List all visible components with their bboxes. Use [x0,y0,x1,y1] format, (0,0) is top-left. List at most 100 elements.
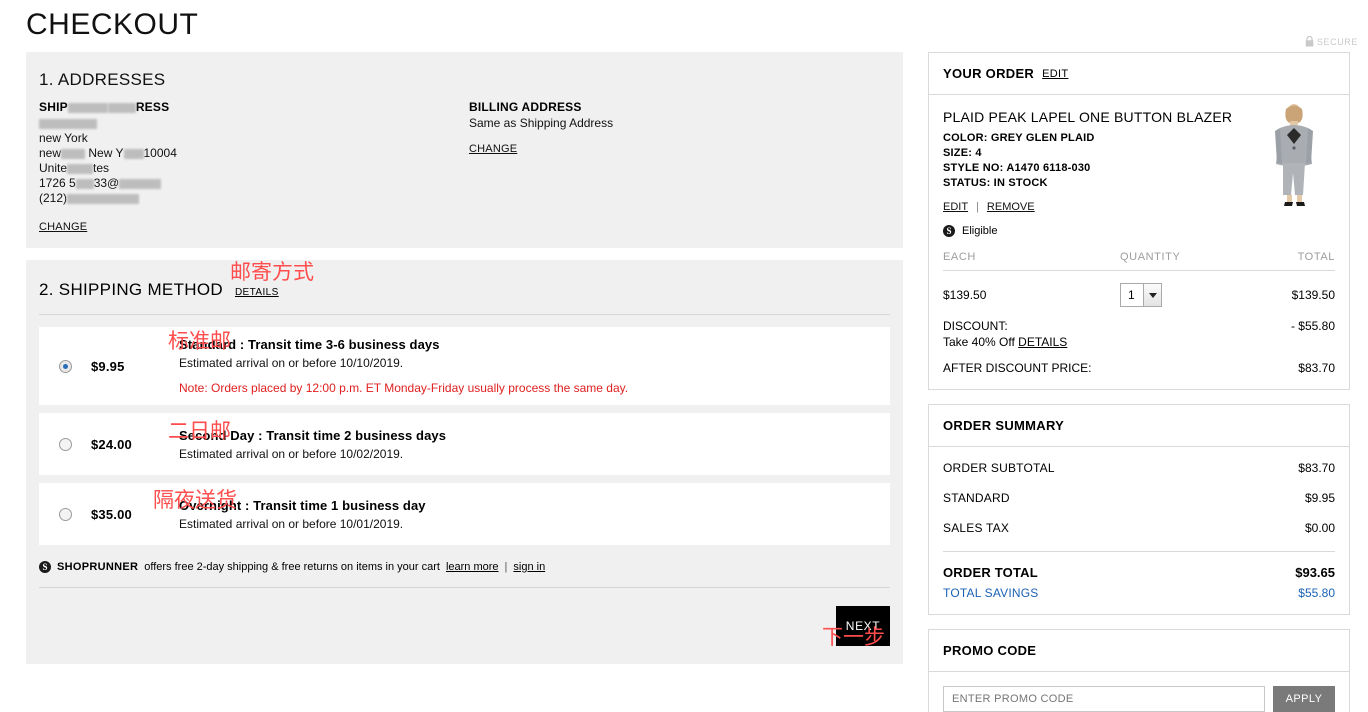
redacted-text [119,179,161,189]
product-remove-link[interactable]: REMOVE [987,201,1035,213]
shipping-eta-standard: Estimated arrival on or before 10/10/201… [179,356,890,370]
left-column: 1. ADDRESSES SHIPRESS new York new New Y… [26,52,903,664]
discount-value: - $55.80 [1255,319,1335,333]
billing-address-title: BILLING ADDRESS [469,100,829,114]
shoprunner-brand: SHOPRUNNER [57,561,138,573]
billing-address-block: BILLING ADDRESS Same as Shipping Address… [469,100,829,157]
product-image [1253,101,1335,207]
summary-row-standard: STANDARD $9.95 [943,491,1335,521]
redacted-text [67,194,139,204]
addresses-panel: 1. ADDRESSES SHIPRESS new York new New Y… [26,52,903,248]
eligible-label: Eligible [962,225,997,237]
page-title: CHECKOUT [26,8,198,42]
shoprunner-sign-in-link[interactable]: sign in [513,561,545,573]
shipping-change-link[interactable]: CHANGE [39,221,87,233]
redacted-text [61,149,85,159]
shoprunner-logo-icon: S [39,561,51,573]
shipping-address-block: SHIPRESS new York new New Y10004 Unitete… [39,100,459,206]
shipping-email-line: 1726 5 33@ [39,176,459,191]
summary-value: $83.70 [1298,461,1335,475]
shipping-option-overnight[interactable]: $35.00 Overnight : Transit time 1 busine… [39,483,890,545]
email-mid: 33@ [94,176,120,190]
summary-row-sales-tax: SALES TAX $0.00 [943,521,1335,551]
discount-details-link[interactable]: DETAILS [1018,335,1067,349]
order-total-value: $93.65 [1295,565,1335,580]
shipping-method-heading: 2. SHIPPING METHOD [39,280,223,300]
separator: | [976,201,979,213]
shipping-country-line: Unitetes [39,161,459,176]
shipping-street-line: new York [39,131,459,146]
promo-code-card: PROMO CODE APPLY [928,629,1350,712]
discount-note-text: Take 40% Off [943,335,1015,349]
promo-code-input[interactable] [943,686,1265,712]
your-order-header: YOUR ORDER EDIT [929,53,1349,95]
radio-cell [39,508,91,521]
shipping-method-panel: 2. SHIPPING METHOD DETAILS $9.95 Standar… [26,260,903,664]
order-summary-body: ORDER SUBTOTAL $83.70 STANDARD $9.95 SAL… [929,447,1349,614]
order-total-label: ORDER TOTAL [943,565,1295,580]
apply-promo-button[interactable]: APPLY [1273,686,1335,712]
shoprunner-text: offers free 2-day shipping & free return… [144,561,440,573]
price-table-row: $139.50 1 $139.50 [943,271,1335,307]
shipping-eta-second-day: Estimated arrival on or before 10/02/201… [179,447,890,461]
phone-prefix: (212) [39,191,67,205]
order-summary-heading: ORDER SUMMARY [943,418,1064,433]
shoprunner-learn-more-link[interactable]: learn more [446,561,499,573]
summary-value: $0.00 [1305,521,1335,535]
shipping-citystate-line: new New Y10004 [39,146,459,161]
shipping-info-standard: Standard : Transit time 3-6 business day… [167,337,890,395]
summary-label: SALES TAX [943,521,1305,535]
shipping-info-overnight: Overnight : Transit time 1 business day … [167,498,890,531]
quantity-cell: 1 [1120,283,1255,307]
redacted-text [108,103,136,113]
shipping-option-second-day[interactable]: $24.00 Second Day : Transit time 2 busin… [39,413,890,475]
redacted-text [124,149,144,159]
right-column: YOUR ORDER EDIT [928,52,1350,712]
price-table: EACH QUANTITY TOTAL $139.50 1 $139.50 [943,251,1335,375]
after-discount-row: AFTER DISCOUNT PRICE: $83.70 [943,349,1335,375]
summary-row-subtotal: ORDER SUBTOTAL $83.70 [943,461,1335,491]
lock-icon [1305,36,1314,47]
line-total: $139.50 [1255,288,1335,302]
country-suffix: tes [93,161,109,175]
summary-row-order-total: ORDER TOTAL $93.65 [943,565,1335,586]
billing-address-value: Same as Shipping Address [469,116,829,131]
shipping-change-link-wrap: CHANGE [39,217,87,235]
secure-label: SECURE [1317,37,1358,47]
summary-label: STANDARD [943,491,1305,505]
col-quantity: QUANTITY [1120,251,1255,263]
promo-input-row: APPLY [943,686,1335,712]
shoprunner-separator: | [505,561,508,573]
radio-second-day[interactable] [59,438,72,451]
product-thumbnail-svg [1253,101,1335,207]
product-edit-link[interactable]: EDIT [943,201,968,213]
total-savings-value: $55.80 [1298,586,1335,600]
shipping-details-link[interactable]: DETAILS [235,287,279,300]
redacted-text [39,119,97,129]
radio-standard[interactable] [59,360,72,373]
shipping-method-header: 2. SHIPPING METHOD DETAILS [39,280,903,300]
quantity-select[interactable]: 1 [1120,283,1162,307]
price-table-header: EACH QUANTITY TOTAL [943,251,1335,271]
shipping-title-suffix: RESS [136,100,169,114]
next-button[interactable]: NEXT [836,606,890,646]
shipping-options-list: $9.95 Standard : Transit time 3-6 busine… [26,315,903,545]
shipping-title-second-day: Second Day : Transit time 2 business day… [179,428,890,443]
your-order-edit-link[interactable]: EDIT [1042,68,1068,80]
email-prefix: 1726 5 [39,176,76,190]
shipping-option-standard[interactable]: $9.95 Standard : Transit time 3-6 busine… [39,327,890,405]
billing-change-link[interactable]: CHANGE [469,143,517,155]
zip: 10004 [144,146,177,160]
shoprunner-strip: S SHOPRUNNER offers free 2-day shipping … [39,555,890,585]
summary-label: ORDER SUBTOTAL [943,461,1298,475]
promo-code-heading: PROMO CODE [943,643,1036,658]
redacted-text [68,103,108,113]
order-summary-card: ORDER SUMMARY ORDER SUBTOTAL $83.70 STAN… [928,404,1350,615]
discount-label: DISCOUNT: [943,319,1120,333]
radio-overnight[interactable] [59,508,72,521]
divider [943,551,1335,552]
summary-row-total-savings: TOTAL SAVINGS $55.80 [943,586,1335,600]
after-discount-label: AFTER DISCOUNT PRICE: [943,361,1120,375]
addresses-heading: 1. ADDRESSES [39,70,903,90]
chevron-down-icon[interactable] [1143,284,1161,306]
